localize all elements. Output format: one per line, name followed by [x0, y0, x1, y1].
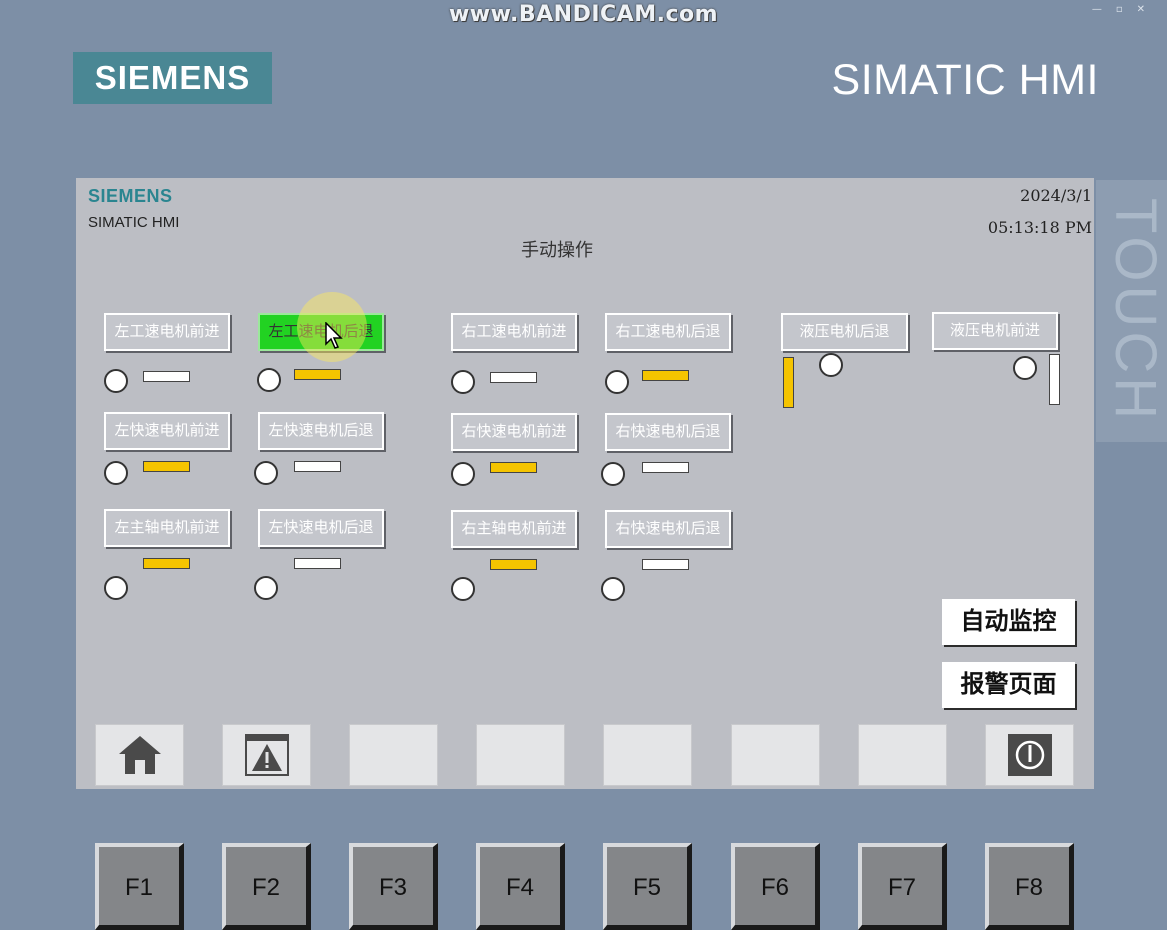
touch-label: TOUCH	[1103, 198, 1167, 424]
hydraulic-forward-status-bar	[1049, 354, 1060, 405]
left-fast-backward-2-lamp	[254, 576, 278, 600]
function-key-f7[interactable]: F7	[858, 843, 947, 930]
time-display: 05:13:18 PM	[987, 218, 1092, 237]
left-work-forward-button[interactable]: 左工速电机前进	[104, 313, 230, 351]
page-title: 手动操作	[521, 240, 593, 261]
right-work-backward-lamp	[605, 370, 629, 394]
hydraulic-backward-lamp	[819, 353, 843, 377]
window-controls[interactable]: —▫✕	[1092, 4, 1159, 15]
bezel-product-name: SIMATIC HMI	[831, 56, 1099, 104]
mouse-cursor-icon	[325, 322, 343, 349]
right-fast-backward-2-button[interactable]: 右快速电机后退	[605, 510, 731, 548]
left-fast-backward-lamp	[254, 461, 278, 485]
right-fast-backward-2-lamp	[601, 577, 625, 601]
home-button[interactable]	[95, 724, 184, 786]
function-key-f6[interactable]: F6	[731, 843, 820, 930]
recorder-watermark: www.BANDICAM.com	[448, 2, 719, 27]
left-fast-forward-lamp	[104, 461, 128, 485]
function-button-5[interactable]	[603, 724, 692, 786]
left-fast-forward-status-bar	[143, 461, 190, 472]
right-work-forward-lamp	[451, 370, 475, 394]
function-key-f4[interactable]: F4	[476, 843, 565, 930]
home-icon	[118, 736, 161, 774]
function-button-7[interactable]	[858, 724, 947, 786]
right-work-backward-status-bar	[642, 370, 689, 381]
left-fast-backward-2-button[interactable]: 左快速电机后退	[258, 509, 384, 547]
power-button[interactable]	[985, 724, 1074, 786]
right-spindle-forward-button[interactable]: 右主轴电机前进	[451, 510, 577, 548]
right-fast-forward-status-bar	[490, 462, 537, 473]
bezel-brand-logo: SIEMENS	[73, 52, 272, 104]
date-display: 2024/3/1	[1020, 186, 1092, 205]
right-fast-backward-button[interactable]: 右快速电机后退	[605, 413, 731, 451]
left-fast-forward-button[interactable]: 左快速电机前进	[104, 412, 230, 450]
alarm-page-button[interactable]: 报警页面	[942, 662, 1075, 708]
left-spindle-forward-status-bar	[143, 558, 190, 569]
alarm-view-button[interactable]	[222, 724, 311, 786]
right-spindle-forward-status-bar	[490, 559, 537, 570]
hydraulic-forward-button[interactable]: 液压电机前进	[932, 312, 1058, 350]
right-fast-forward-button[interactable]: 右快速电机前进	[451, 413, 577, 451]
function-key-f1[interactable]: F1	[95, 843, 184, 930]
right-fast-backward-status-bar	[642, 462, 689, 473]
left-fast-backward-button[interactable]: 左快速电机后退	[258, 412, 384, 450]
right-work-forward-status-bar	[490, 372, 537, 383]
auto-monitor-button[interactable]: 自动监控	[942, 599, 1075, 645]
right-fast-backward-lamp	[601, 462, 625, 486]
alarm-icon	[244, 734, 289, 776]
screen-brand: SIEMENS	[88, 186, 173, 206]
right-fast-backward-2-status-bar	[642, 559, 689, 570]
left-work-forward-status-bar	[143, 371, 190, 382]
left-fast-backward-2-status-bar	[294, 558, 341, 569]
right-fast-forward-lamp	[451, 462, 475, 486]
touch-strip: TOUCH	[1096, 180, 1167, 442]
left-fast-backward-status-bar	[294, 461, 341, 472]
hydraulic-backward-button[interactable]: 液压电机后退	[781, 313, 908, 351]
left-spindle-forward-lamp	[104, 576, 128, 600]
function-key-f5[interactable]: F5	[603, 843, 692, 930]
right-spindle-forward-lamp	[451, 577, 475, 601]
function-key-f3[interactable]: F3	[349, 843, 438, 930]
left-work-backward-lamp	[257, 368, 281, 392]
function-key-f2[interactable]: F2	[222, 843, 311, 930]
hydraulic-forward-lamp	[1013, 356, 1037, 380]
left-work-forward-lamp	[104, 369, 128, 393]
function-button-6[interactable]	[731, 724, 820, 786]
power-icon	[1007, 734, 1052, 776]
screen-product: SIMATIC HMI	[88, 214, 180, 231]
right-work-backward-button[interactable]: 右工速电机后退	[605, 313, 731, 351]
right-work-forward-button[interactable]: 右工速电机前进	[451, 313, 577, 351]
hydraulic-backward-status-bar	[783, 357, 794, 408]
left-work-backward-status-bar	[294, 369, 341, 380]
hmi-screen: SIEMENS SIMATIC HMI 2024/3/1 05:13:18 PM…	[76, 178, 1094, 789]
function-button-3[interactable]	[349, 724, 438, 786]
function-button-4[interactable]	[476, 724, 565, 786]
left-spindle-forward-button[interactable]: 左主轴电机前进	[104, 509, 230, 547]
function-key-f8[interactable]: F8	[985, 843, 1074, 930]
